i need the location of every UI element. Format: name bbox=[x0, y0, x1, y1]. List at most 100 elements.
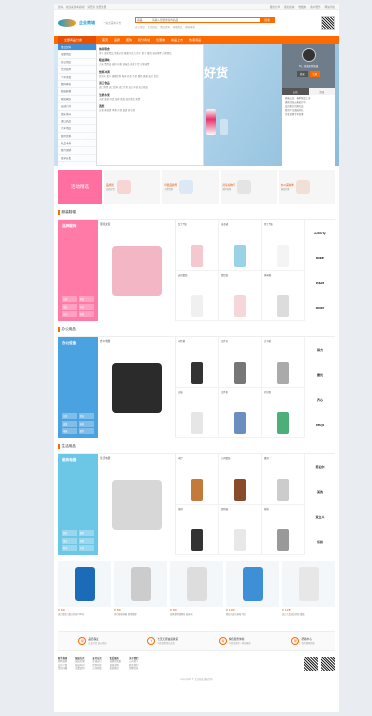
product-card[interactable]: ¥ 69 进口婴幼儿配方奶粉 900g bbox=[58, 561, 111, 623]
brand-logo[interactable]: H&M bbox=[316, 281, 324, 285]
category-item[interactable]: 家居家纺 bbox=[58, 96, 96, 104]
promo-cell[interactable]: 办公采购季 满减优惠 bbox=[278, 170, 335, 204]
promo-cell[interactable]: 品牌团 品质好货 bbox=[104, 170, 161, 204]
search-input[interactable] bbox=[150, 18, 261, 22]
category-item[interactable]: 图书音像 bbox=[58, 133, 96, 141]
subcategory-heading[interactable]: 休闲零食 bbox=[99, 47, 201, 51]
floor-tag-link[interactable]: 纸张 bbox=[78, 413, 94, 419]
nav-item[interactable]: 首页 bbox=[102, 38, 108, 42]
category-item[interactable]: 更多分类 bbox=[58, 155, 96, 163]
floor-product[interactable]: 情侣装 bbox=[219, 270, 262, 321]
footer-link[interactable]: 招聘信息 bbox=[129, 667, 138, 670]
hot-word-link[interactable]: 办公用品 bbox=[135, 25, 145, 29]
footer-link[interactable]: 公司转账 bbox=[92, 667, 101, 670]
floor-tag-link[interactable]: 鞋靴 bbox=[78, 311, 94, 317]
floor-left-panel[interactable]: 品牌服饰 女装 男装 童装 内衣 运动 鞋靴 bbox=[58, 220, 98, 321]
category-item[interactable]: 酒水茶叶 bbox=[58, 111, 96, 118]
category-item[interactable]: 医疗保健 bbox=[58, 147, 96, 155]
subcategory-links[interactable]: 水果 蔬菜 肉类 海鲜 蛋类 速冻食品 熟食 bbox=[99, 98, 201, 101]
hot-word-link[interactable]: 食品饮料 bbox=[160, 25, 170, 29]
all-categories-button[interactable]: 全部商品分类 bbox=[58, 36, 96, 44]
brand-logo[interactable]: 晨光 bbox=[317, 373, 323, 377]
notice-item[interactable]: 企业采购专享优惠 bbox=[285, 113, 332, 117]
footer-link[interactable]: 运费说明 bbox=[75, 667, 84, 670]
subcategory-links[interactable]: 白酒 葡萄酒 啤酒 洋酒 黄酒 养生酒 bbox=[99, 109, 201, 112]
floor-product[interactable]: 打印纸 bbox=[262, 387, 305, 438]
footer-link[interactable]: 常见问题 bbox=[58, 667, 67, 670]
hot-word-link[interactable]: 数码家电 bbox=[185, 25, 195, 29]
floor-tag-link[interactable]: 餐具 bbox=[78, 530, 94, 536]
floor-product[interactable]: 男士T恤 bbox=[262, 220, 305, 271]
register-button[interactable]: 注册 bbox=[309, 71, 321, 77]
floor-product[interactable]: 休闲裤 bbox=[262, 270, 305, 321]
floor-tag-link[interactable]: 清洁 bbox=[62, 537, 78, 544]
nav-item[interactable]: 积分商城 bbox=[138, 38, 150, 42]
floor-tag-link[interactable]: 收纳 bbox=[78, 537, 94, 544]
top-link[interactable]: 网站导航 bbox=[325, 5, 335, 9]
floor-tag-link[interactable]: 内衣 bbox=[78, 303, 94, 310]
floor-product[interactable]: 连衣裙 bbox=[219, 220, 262, 271]
subcategory-links[interactable]: 大米 食用油 面粉 杂粮 调味品 南北干货 方便速食 bbox=[99, 63, 201, 66]
floor-tag-link[interactable]: 童装 bbox=[62, 303, 78, 310]
brand-logo[interactable]: 乐扣 bbox=[317, 540, 323, 544]
brand-logo[interactable]: MUJI bbox=[316, 423, 324, 427]
brand-logo[interactable]: 齐心 bbox=[317, 398, 323, 402]
subcategory-heading[interactable]: 进口食品 bbox=[99, 81, 201, 85]
floor-tag-link[interactable]: 耗材 bbox=[78, 420, 94, 427]
floor-tag-link[interactable]: 家电 bbox=[62, 545, 78, 551]
category-item[interactable]: 礼品卡券 bbox=[58, 140, 96, 148]
floor-product[interactable]: 木铲 bbox=[176, 454, 219, 505]
service-item[interactable]: 帮帮助中心 您的购物指南 bbox=[291, 637, 315, 645]
nav-item[interactable]: 优惠券 bbox=[156, 38, 165, 42]
floor-product[interactable]: 保鲜盒 bbox=[219, 504, 262, 555]
product-card[interactable]: ¥ 128 进口儿童成长奶粉 罐装 bbox=[282, 561, 335, 623]
category-item[interactable]: 办公用品 bbox=[58, 59, 96, 67]
floor-feature[interactable]: 办公电器 bbox=[98, 337, 176, 438]
subcategory-links[interactable]: 饼干 膨化食品 坚果炒货 糖果巧克力 肉干 果干 蜜饯 海味零食 方便食品 bbox=[99, 52, 201, 55]
category-item[interactable]: 进口商品 bbox=[58, 118, 96, 126]
category-item[interactable]: 数码家电 bbox=[58, 81, 96, 89]
subcategory-heading[interactable]: 粮油调味 bbox=[99, 58, 201, 62]
service-item[interactable]: 特特色服务体验 为您呈现不一样的服务 bbox=[218, 637, 251, 645]
category-item[interactable]: 汽车用品 bbox=[58, 125, 96, 133]
floor-feature[interactable]: 生活电器 bbox=[98, 454, 176, 555]
product-card[interactable]: ¥ 109 婴幼儿配方奶粉 3段 bbox=[226, 561, 279, 623]
top-link[interactable]: 收藏夹 bbox=[298, 5, 306, 9]
promo-cell[interactable]: 居家好物节 限时抢购 bbox=[220, 170, 277, 204]
top-link[interactable]: 客户服务 bbox=[310, 5, 320, 9]
floor-tag-link[interactable]: 杂货 bbox=[78, 545, 94, 551]
subcategory-links[interactable]: 饮用水 果汁 碳酸饮料 咖啡 奶茶 牛奶 酸奶 蜂蜜 麦片 茶饮 bbox=[99, 75, 201, 78]
floor-product[interactable]: 运动套装 bbox=[176, 270, 219, 321]
floor-product[interactable]: 文件夹 bbox=[219, 337, 262, 388]
floor-product[interactable]: 餐具 bbox=[262, 454, 305, 505]
category-item[interactable]: 运动户外 bbox=[58, 103, 96, 111]
promo-cell[interactable]: 母婴品牌周 大牌特惠 bbox=[162, 170, 219, 204]
nav-item[interactable]: 品牌 bbox=[114, 38, 120, 42]
floor-feature[interactable]: 潮流女装 bbox=[98, 220, 176, 321]
floor-product[interactable]: 中性笔 bbox=[176, 337, 219, 388]
brand-logo[interactable]: 美的 bbox=[317, 490, 323, 494]
nav-item[interactable]: 新品上市 bbox=[171, 38, 183, 42]
service-item[interactable]: 保品质保证 正品行货 放心购买 bbox=[78, 637, 107, 645]
banner-product-image[interactable] bbox=[206, 109, 216, 135]
floor-left-panel[interactable]: 厨房电器 厨具 餐具 清洁 收纳 家电 杂货 bbox=[58, 454, 98, 555]
floor-product[interactable]: 收纳 bbox=[262, 504, 305, 555]
banner-text[interactable]: 好货 bbox=[204, 64, 228, 81]
category-item[interactable]: 服装鞋帽 bbox=[58, 88, 96, 96]
subcategory-heading[interactable]: 饮料冲调 bbox=[99, 70, 201, 74]
tab-activity[interactable]: 活动 bbox=[309, 88, 336, 95]
floor-tag-link[interactable]: 厨具 bbox=[62, 530, 78, 536]
brand-logo[interactable]: NIKE bbox=[316, 256, 324, 260]
brand-logo[interactable]: ONLY bbox=[316, 306, 325, 310]
floor-tag-link[interactable]: 电脑 bbox=[62, 428, 78, 434]
floor-product[interactable]: 文件柜 bbox=[219, 387, 262, 438]
floor-product[interactable]: 锅具 bbox=[176, 504, 219, 555]
subcategory-links[interactable]: 进口零食 进口饮料 进口牛奶 进口冲调 进口粮油 bbox=[99, 86, 201, 89]
product-card[interactable]: ¥ 89 加厚透明储物柜 抽屉式 bbox=[170, 561, 223, 623]
login-button[interactable]: 登录 bbox=[296, 71, 308, 77]
floor-tag-link[interactable]: 运动 bbox=[62, 311, 78, 317]
hot-word-link[interactable]: 生活用品 bbox=[148, 25, 158, 29]
brand-logo[interactable]: ochirly bbox=[314, 231, 325, 235]
logo[interactable]: 企业商城 bbox=[58, 19, 95, 27]
search-type-select[interactable]: 商品 bbox=[136, 18, 151, 22]
